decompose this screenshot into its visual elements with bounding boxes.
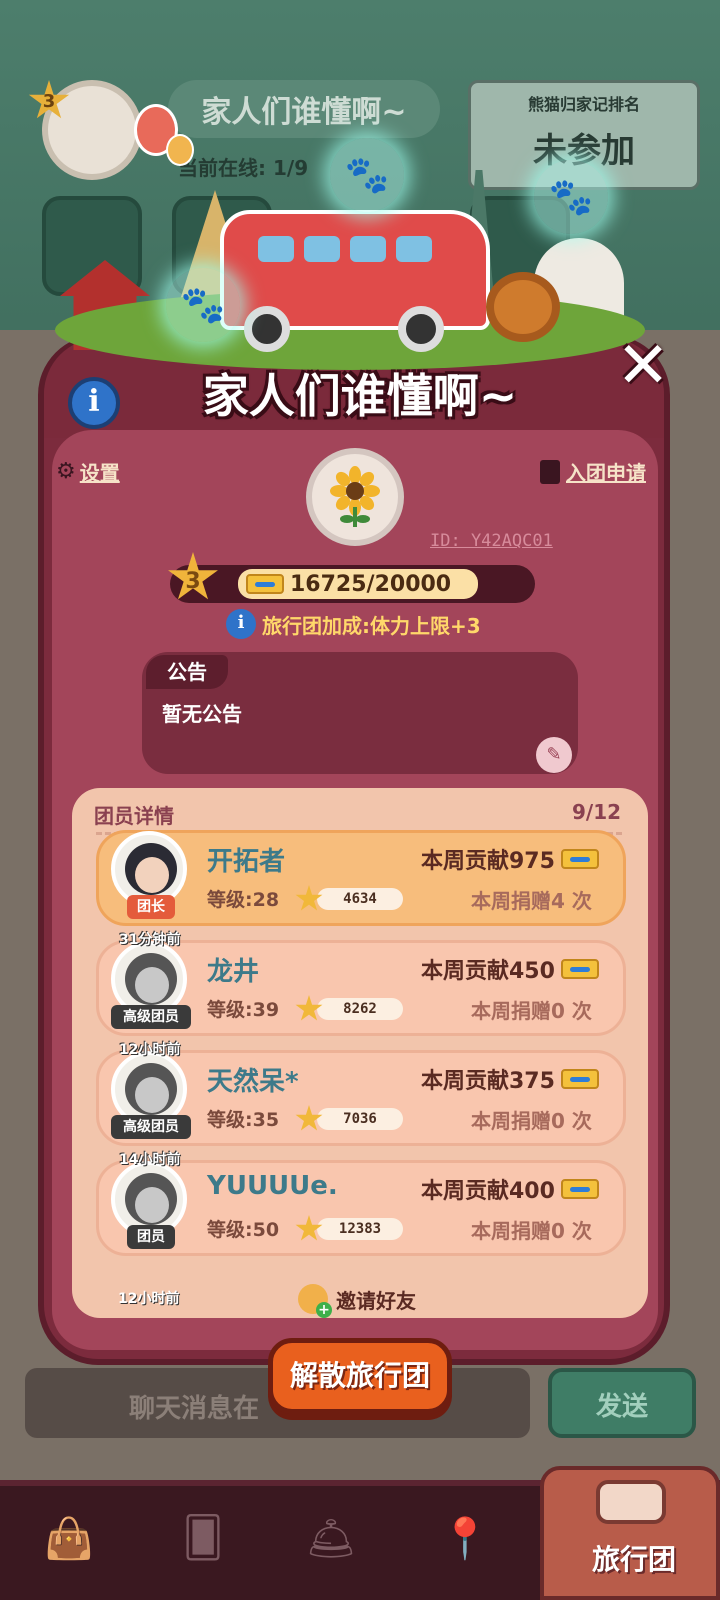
star-count: 4634: [295, 885, 403, 913]
member-level: 等级:50: [207, 1219, 280, 1241]
bell-icon[interactable]: 🛎: [276, 1488, 386, 1588]
apply-label: 入团申请: [566, 461, 646, 485]
close-button[interactable]: ✕: [612, 334, 674, 398]
star-count: 7036: [295, 1105, 403, 1133]
weekly-donation: 本周捐赠0 次: [471, 999, 592, 1023]
bg-online-status: 当前在线: 1/9: [178, 156, 309, 180]
member-name: 龙井: [207, 957, 260, 987]
star-count: 12383: [295, 1215, 403, 1243]
gear-icon: ⚙: [56, 459, 76, 484]
club-id[interactable]: ID: Y42AQC01: [430, 531, 553, 551]
role-badge: 高级团员: [111, 1115, 191, 1139]
add-friend-icon: [298, 1284, 332, 1318]
ticket-icon: [560, 1069, 599, 1089]
map-icon[interactable]: 📍: [410, 1488, 520, 1588]
member-name: 天然呆*: [207, 1067, 299, 1097]
ranking-title: 熊猫归家记排名: [527, 95, 640, 114]
exp-value: 16725/20000: [290, 571, 452, 597]
member-name: YUUUUe.: [207, 1171, 338, 1201]
nav-tab-label: 旅行团: [591, 1543, 676, 1576]
star-count: 8262: [295, 995, 403, 1023]
member-row[interactable]: 团长 开拓者 等级:28 4634 本周贡献975 本周捐赠4 次: [96, 830, 626, 926]
cards-icon[interactable]: 🂠: [148, 1488, 258, 1588]
shop-icon[interactable]: 👜: [14, 1488, 124, 1588]
last-online: 31分钟前: [119, 932, 181, 948]
wheel-icon: [398, 306, 444, 352]
disband-button[interactable]: 解散旅行团: [268, 1338, 452, 1414]
ticket-icon: [560, 1179, 599, 1199]
weekly-donation: 本周捐赠0 次: [471, 1219, 592, 1243]
weekly-donation: 本周捐赠4 次: [471, 889, 592, 913]
notice-tab: 公告: [146, 655, 228, 689]
nav-tab-travel-group[interactable]: 旅行团: [540, 1466, 720, 1600]
bg-club-title: 家人们谁懂啊~: [168, 80, 440, 138]
last-online: 12小时前: [119, 1042, 181, 1058]
settings-link[interactable]: ⚙ 设置: [56, 457, 120, 486]
club-bonus[interactable]: i 旅行团加成:体力上限+3: [226, 609, 481, 639]
member-row[interactable]: 12小时前 高级团员 天然呆* 等级:35 7036 本周贡献375 本周捐赠0…: [96, 1042, 626, 1146]
member-row[interactable]: 14小时前 团员 YUUUUe. 等级:50 12383 本周贡献400 本周捐…: [96, 1152, 626, 1256]
document-icon: [540, 459, 560, 484]
member-name: 开拓者: [207, 847, 286, 877]
role-badge: 团员: [127, 1225, 175, 1249]
dialog-title: 家人们谁懂啊~: [202, 369, 518, 423]
paw-icon[interactable]: 🐾: [166, 268, 240, 342]
ticket-icon: [560, 959, 599, 979]
send-button[interactable]: 发送: [548, 1368, 696, 1438]
last-online: 12小时前: [118, 1291, 180, 1307]
notice-text: 暂无公告: [162, 702, 242, 726]
balloon-small-icon: [166, 134, 194, 166]
apply-requests-link[interactable]: 入团申请: [540, 457, 646, 486]
weekly-contribution: 本周贡献375: [421, 1063, 599, 1095]
member-row[interactable]: 31分钟前 高级团员 龙井 等级:39 8262 本周贡献450 本周捐赠0 次: [96, 932, 626, 1036]
settings-label: 设置: [79, 461, 120, 485]
members-title: 团员详情: [94, 804, 174, 828]
ticket-icon: [246, 574, 284, 594]
wheel-icon: [244, 306, 290, 352]
role-badge: 高级团员: [111, 1005, 191, 1029]
sunflower-icon: [330, 466, 380, 527]
level-progress-text: 16725/20000: [238, 569, 478, 599]
role-badge: 团长: [127, 895, 175, 919]
bonus-text: 旅行团加成:体力上限+3: [262, 613, 481, 638]
invite-friends-button[interactable]: 邀请好友: [298, 1284, 416, 1318]
weekly-contribution: 本周贡献450: [421, 953, 599, 985]
paw-icon[interactable]: 🐾: [330, 138, 404, 212]
member-level: 等级:28: [207, 889, 280, 911]
member-level: 等级:35: [207, 1109, 280, 1131]
member-level: 等级:39: [207, 999, 280, 1021]
info-icon: i: [226, 609, 256, 639]
lion-decoration: [486, 272, 560, 342]
club-avatar[interactable]: [306, 448, 404, 546]
edit-notice-icon[interactable]: ✎: [536, 737, 572, 773]
last-online: 14小时前: [119, 1152, 181, 1168]
invite-label: 邀请好友: [336, 1288, 416, 1313]
bus-icon: [596, 1480, 666, 1524]
weekly-donation: 本周捐赠0 次: [471, 1109, 592, 1133]
weekly-contribution: 本周贡献400: [421, 1173, 599, 1205]
ticket-icon: [560, 849, 599, 869]
weekly-contribution: 本周贡献975: [421, 843, 599, 875]
paw-icon[interactable]: 🐾: [534, 160, 608, 234]
members-count: 9/12: [572, 800, 622, 824]
